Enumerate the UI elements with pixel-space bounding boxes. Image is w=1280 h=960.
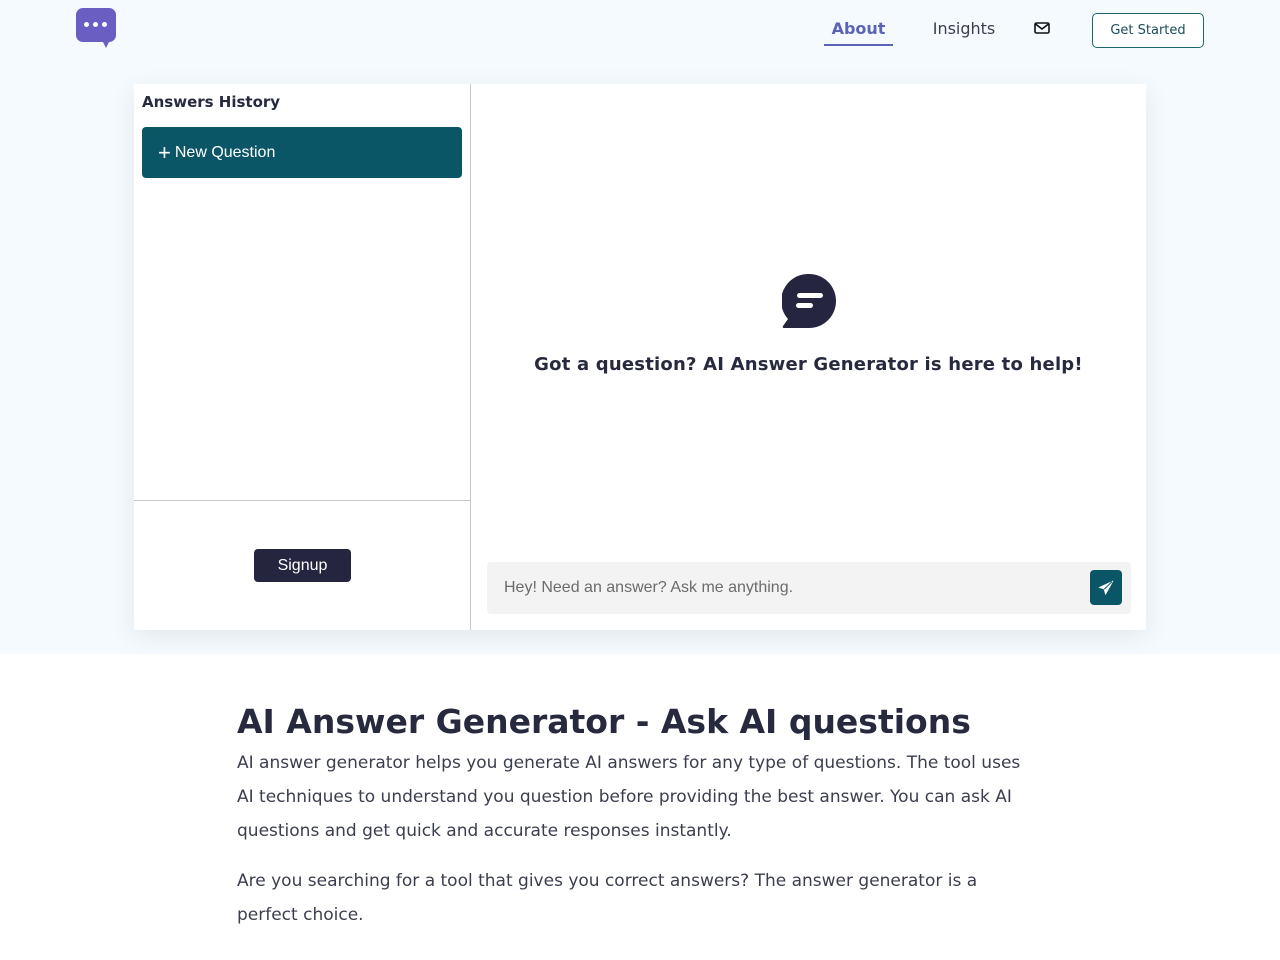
chat-pane: Got a question? AI Answer Generator is h… — [471, 84, 1146, 630]
answers-history-title: Answers History — [142, 93, 281, 111]
signup-button[interactable]: Signup — [254, 549, 351, 582]
send-button[interactable] — [1090, 570, 1122, 605]
paper-plane-icon — [1098, 580, 1114, 595]
envelope-icon[interactable] — [1033, 19, 1051, 37]
nav-insights[interactable]: Insights — [925, 14, 1003, 46]
chat-bubble-icon — [781, 273, 836, 328]
nav-about[interactable]: About — [824, 14, 893, 46]
hero-section: About Insights Get Started Answers Histo… — [0, 0, 1280, 654]
article-paragraph: Are you searching for a tool that gives … — [237, 871, 978, 925]
logo[interactable] — [76, 8, 116, 48]
empty-state-prompt: Got a question? AI Answer Generator is h… — [534, 354, 1083, 375]
divider — [134, 500, 470, 501]
sidebar: Answers History + New Question Signup — [134, 84, 471, 630]
get-started-button[interactable]: Get Started — [1092, 13, 1204, 48]
new-question-button[interactable]: + New Question — [142, 127, 462, 178]
question-input[interactable] — [487, 562, 1077, 614]
new-question-label: New Question — [174, 143, 276, 161]
answer-generator-app: Answers History + New Question Signup Go… — [134, 84, 1146, 630]
plus-icon: + — [158, 139, 171, 165]
article-paragraph: AI answer generator helps you generate A… — [237, 753, 1021, 841]
article-title: AI Answer Generator - Ask AI questions — [237, 702, 971, 741]
article: AI Answer Generator - Ask AI questions A… — [237, 700, 1037, 932]
question-input-box — [487, 562, 1131, 614]
